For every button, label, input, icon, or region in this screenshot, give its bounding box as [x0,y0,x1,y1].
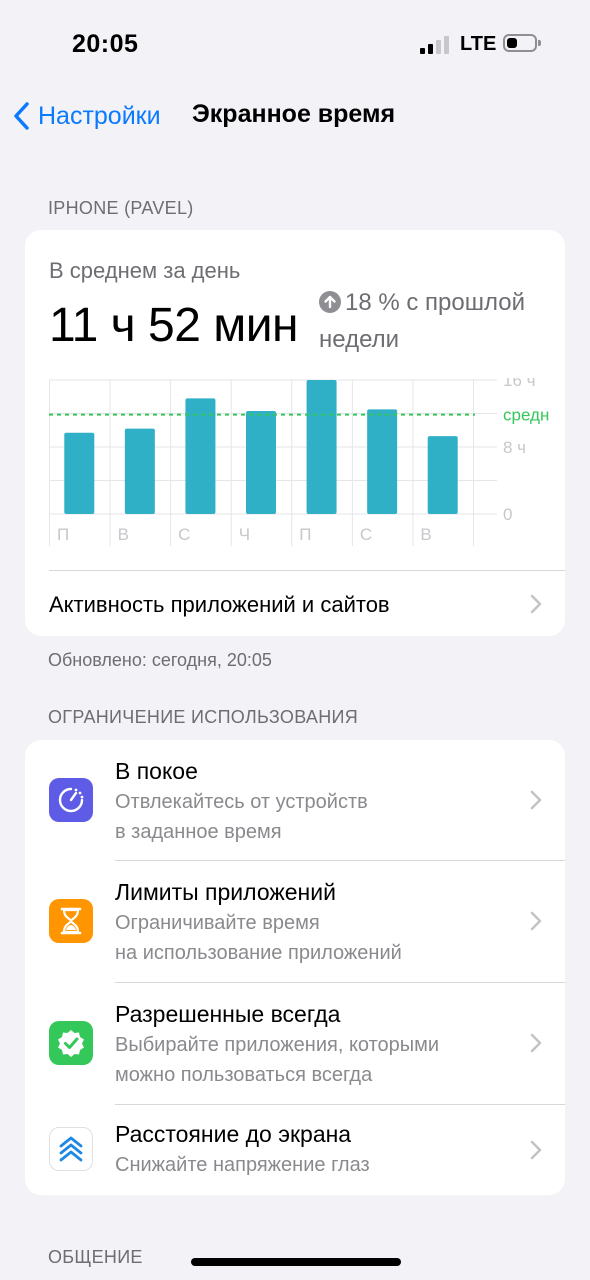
chart-y-tick-label: 16 ч [503,378,536,390]
screen-distance-subtitle: Снижайте напряжение глаз [115,1154,370,1176]
card-divider [49,570,565,571]
downtime-subtitle-line-1: Отвлекайтесь от устройств [115,791,368,813]
weekly-change-text: 18 % с прошлой недели [319,289,526,353]
updated-timestamp: Обновлено: сегодня, 20:05 [48,650,272,670]
checkmark-badge-icon [49,1021,93,1065]
cellular-signal-icon [420,36,450,54]
chart-day-label: Ч [239,525,250,544]
downtime-subtitle-line-2: в заданное время [115,821,282,843]
status-bar: 20:05 LTE [0,0,590,90]
chart-day-label: В [420,525,431,544]
arrow-up-circle-icon [319,289,341,323]
downtime-title: В покое [115,758,198,784]
chart-bar [185,398,216,514]
always-allowed-subtitle-line-1: Выбирайте приложения, которыми [115,1034,440,1056]
limits-section-header: ОГРАНИЧЕНИЕ ИСПОЛЬЗОВАНИЯ [48,707,359,727]
status-time: 20:05 [72,30,139,58]
network-type: LTE [460,33,497,55]
daily-average-label: В среднем за день [49,258,241,283]
chart-bar [367,409,398,514]
chart-bar [306,380,337,514]
page-title: Экранное время [192,100,396,128]
screen-distance-row[interactable]: Расстояние до экрана Снижайте напряжение… [25,1105,565,1195]
app-limits-row[interactable]: Лимиты приложений Ограничивайте время на… [25,861,565,982]
limits-card: В покое Отвлекайтесь от устройств в зада… [25,740,565,1195]
usage-chart-svg: П В С Ч П С Всредн. 16 ч 8 ч 0 [49,378,549,546]
chart-bar [427,436,458,514]
chart-bar [246,410,276,514]
chevron-right-icon [530,1033,542,1053]
navigation-bar: Настройки Экранное время [0,92,590,138]
always-allowed-subtitle-line-2: можно пользоваться всегда [115,1064,373,1086]
app-limits-subtitle-line-1: Ограничивайте время [115,912,320,934]
downtime-row[interactable]: В покое Отвлекайтесь от устройств в зада… [25,740,565,860]
daily-average-value: 11 ч 52 мин [49,299,299,352]
chart-bar [124,428,155,514]
device-section-header: IPHONE (PAVEL) [48,198,194,218]
chevron-right-icon [530,594,542,614]
chart-day-label: С [178,525,190,544]
activity-link-label: Активность приложений и сайтов [49,592,390,617]
chevron-left-icon [14,102,29,130]
battery-icon [503,34,541,52]
chevron-right-icon [530,911,542,931]
screen-distance-icon [49,1127,93,1171]
back-button[interactable]: Настройки [12,98,161,134]
always-allowed-row[interactable]: Разрешенные всегда Выбирайте приложения,… [25,983,565,1104]
chevron-right-icon [530,790,542,810]
screen-distance-title: Расстояние до экрана [115,1121,352,1147]
weekly-change: 18 % с прошлой недели [319,286,555,357]
chart-day-label: В [118,525,129,544]
screen-time-summary-card: В среднем за день 11 ч 52 мин 18 % с про… [25,230,565,636]
app-limits-title: Лимиты приложений [115,879,336,905]
chart-y-tick-label: 8 ч [503,438,526,457]
home-indicator[interactable] [191,1258,401,1266]
daily-usage-chart[interactable]: П В С Ч П С Всредн. 16 ч 8 ч 0 [49,378,549,548]
hourglass-icon [49,899,93,943]
chart-average-label: средн. [503,406,549,425]
downtime-icon [49,778,93,822]
chart-day-label: С [360,525,372,544]
chart-day-label: П [57,525,69,544]
chart-y-tick-label: 0 [503,505,512,524]
chart-bar [64,432,95,514]
always-allowed-title: Разрешенные всегда [115,1001,341,1027]
chevron-right-icon [530,1140,542,1160]
back-label: Настройки [38,101,161,130]
chart-day-label: П [299,525,311,544]
app-limits-subtitle-line-2: на использование приложений [115,942,402,964]
activity-link-row[interactable]: Активность приложений и сайтов [25,572,565,636]
communication-section-header: ОБЩЕНИЕ [48,1247,143,1267]
